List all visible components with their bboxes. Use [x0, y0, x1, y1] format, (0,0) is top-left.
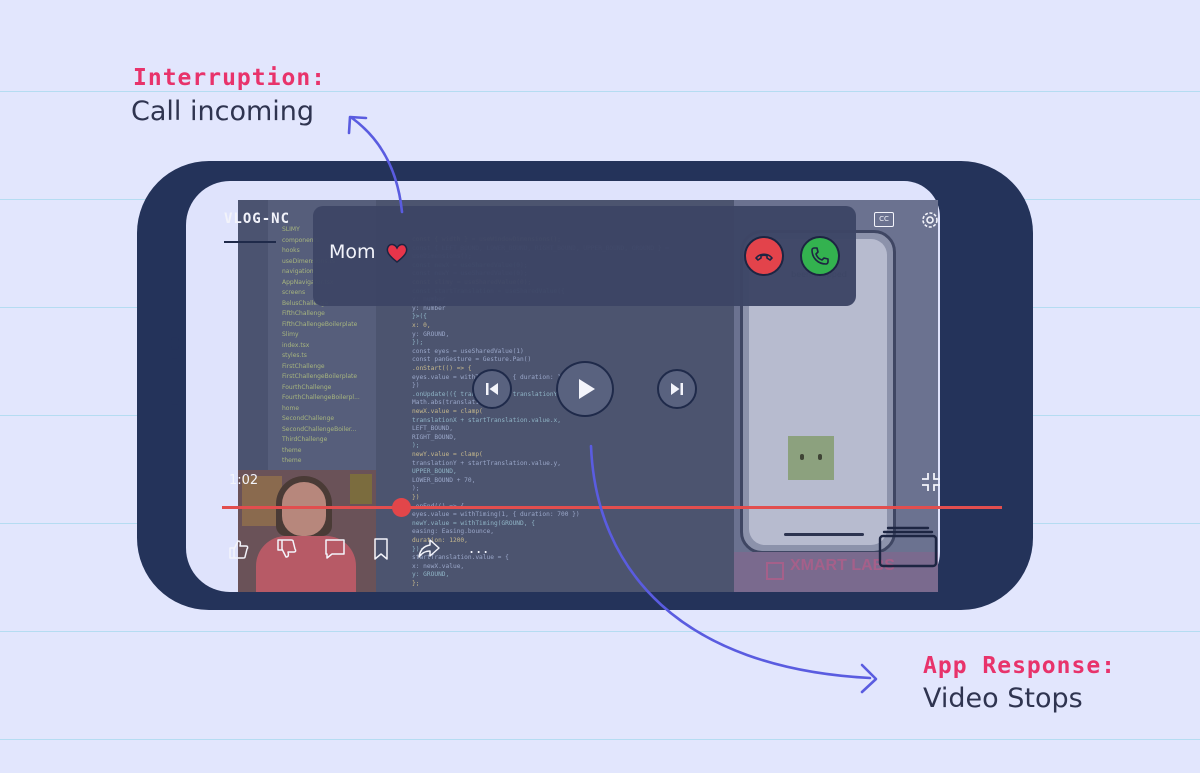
response-text: Video Stops [923, 683, 1083, 714]
code-line: x: 0, [412, 322, 431, 329]
accept-call-icon [811, 247, 829, 265]
next-button[interactable] [657, 369, 697, 409]
code-line: ); [412, 442, 420, 450]
code-line: translationX + startTranslation.value.x, [412, 416, 562, 424]
code-line: }; [412, 580, 420, 587]
code-line: LOWER_BOUND + 70, [412, 476, 476, 484]
interruption-title: Interruption: [133, 65, 327, 91]
simulator-home-indicator [784, 533, 864, 536]
channel-underline [224, 241, 276, 243]
timecode: 1:02 [229, 473, 259, 488]
code-line: y: GROUND, [412, 571, 450, 579]
code-line: LEFT_BOUND, [412, 425, 453, 433]
progress-bar[interactable] [222, 506, 1002, 509]
channel-name: VLOG-NC [224, 211, 291, 227]
code-line: eyes.value = withTiming(1, { duration: 7… [412, 511, 580, 519]
code-line: translationY + startTranslation.value.y, [412, 459, 562, 467]
decline-call-icon [755, 253, 773, 261]
bookmark-icon[interactable] [368, 536, 394, 562]
explorer-item: SecondChallenge [282, 415, 335, 422]
play-button[interactable] [556, 361, 614, 417]
code-line: const panGesture = Gesture.Pan() [412, 356, 532, 364]
gear-icon[interactable] [918, 208, 942, 232]
queue-icon[interactable] [876, 522, 940, 570]
code-line: RIGHT_BOUND, [412, 433, 457, 441]
explorer-item: FourthChallenge [282, 383, 332, 391]
code-line: }) [412, 494, 420, 501]
play-icon [579, 379, 595, 399]
slimy-eye [818, 454, 822, 460]
heart-icon [386, 243, 408, 263]
explorer-item: FourthChallengeBoilerpl... [282, 394, 360, 401]
code-line: newX.value = clamp( [412, 408, 483, 415]
slimy-eye [800, 454, 804, 460]
interruption-text: Call incoming [131, 96, 315, 127]
decline-call-button[interactable] [744, 236, 784, 276]
code-line: x: newX.value, [412, 562, 465, 570]
explorer-item: FifthChallenge [282, 310, 325, 317]
thumbs-up-icon[interactable] [226, 536, 252, 562]
explorer-item: SecondChallengeBoiler... [282, 425, 357, 433]
captions-button[interactable]: CC [874, 212, 894, 227]
explorer-item: theme [282, 457, 302, 464]
explorer-item: FirstChallenge [282, 362, 325, 370]
explorer-item: ThirdChallenge [282, 436, 328, 443]
guide-line [0, 631, 1200, 632]
slimy-character [788, 436, 834, 480]
explorer-item: navigation [282, 268, 314, 275]
code-line: y: GROUND, [412, 330, 450, 338]
phone-side-button [171, 358, 179, 405]
code-line: ); [412, 485, 420, 493]
webcam-background [350, 474, 372, 504]
code-line: easing: Easing.bounce, [412, 528, 494, 536]
explorer-item: screens [282, 289, 306, 296]
minimize-icon[interactable] [919, 470, 943, 494]
code-line: }) [412, 382, 420, 390]
explorer-item: index.tsx [282, 341, 310, 349]
progress-thumb[interactable] [391, 498, 411, 517]
interruption-arrowhead [347, 115, 368, 135]
explorer-item: styles.ts [282, 352, 307, 359]
share-icon[interactable] [416, 536, 442, 562]
response-title: App Response: [923, 653, 1117, 679]
code-line: }); [412, 339, 424, 347]
skip-next-icon [671, 383, 683, 395]
explorer-item: SLIMY [282, 226, 300, 233]
guide-line [0, 91, 1200, 92]
brand-logo-icon [766, 562, 784, 580]
skip-previous-icon [486, 383, 498, 395]
phone-side-button [171, 337, 179, 350]
code-line: }>({ [412, 313, 427, 321]
person-face [282, 482, 326, 536]
code-line: newY.value = withTiming(GROUND, { [412, 519, 535, 527]
explorer-item: Slimy [282, 331, 299, 338]
code-line: const eyes = useSharedValue(1) [412, 347, 524, 355]
explorer-item: FirstChallengeBoilerplate [282, 373, 358, 380]
accept-call-button[interactable] [800, 236, 840, 276]
code-line: .onStart(() => { [412, 365, 472, 372]
explorer-item: hooks [282, 247, 300, 254]
comment-icon[interactable] [322, 536, 348, 562]
more-options[interactable]: ... [469, 538, 490, 557]
explorer-item: theme [282, 446, 302, 454]
response-arrowhead [860, 663, 878, 694]
guide-line [0, 739, 1200, 740]
thumbs-down-icon[interactable] [274, 536, 300, 562]
previous-button[interactable] [472, 369, 512, 409]
caller-name: Mom [329, 241, 376, 263]
explorer-item: FifthChallengeBoilerplate [282, 320, 358, 328]
webcam-feed [238, 470, 376, 592]
code-line: newY.value = clamp( [412, 451, 483, 458]
explorer-item: home [282, 404, 300, 412]
code-line: UPPER_BOUND, [412, 468, 457, 476]
